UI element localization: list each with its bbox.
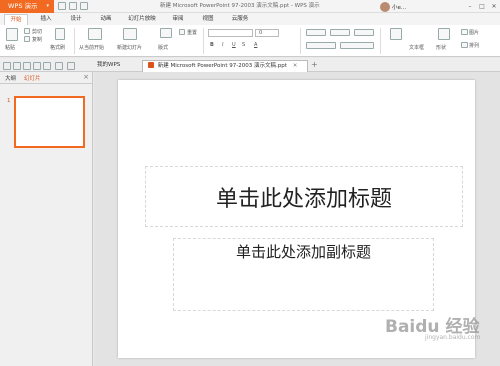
tab-design[interactable]: 设计 — [66, 14, 86, 25]
slide-number: 1 — [7, 98, 11, 104]
save-icon[interactable] — [58, 2, 66, 10]
font-size-select[interactable]: 0 — [255, 29, 279, 37]
paste-button[interactable]: 粘贴 — [5, 44, 15, 51]
indent-icon[interactable] — [330, 29, 350, 36]
font-color-button[interactable]: A — [254, 42, 257, 48]
underline-button[interactable]: U — [232, 42, 236, 48]
menu-bar: 开始 插入 设计 动画 幻灯片放映 审阅 视图 云服务 — [0, 13, 500, 25]
undo-icon[interactable] — [55, 62, 63, 70]
open-folder-icon[interactable] — [3, 62, 11, 70]
tab-cloud[interactable]: 云服务 — [227, 14, 253, 25]
title-placeholder[interactable]: 单击此处添加标题 — [145, 166, 463, 227]
ribbon-divider — [203, 28, 204, 54]
subtitle-placeholder[interactable]: 单击此处添加副标题 — [173, 238, 434, 311]
tab-animation[interactable]: 动画 — [96, 14, 116, 25]
close-icon[interactable]: × — [83, 73, 89, 81]
from-current-button[interactable]: 从当前开始 — [79, 44, 104, 51]
ribbon-divider — [380, 28, 381, 54]
strikethrough-button[interactable]: S — [242, 42, 245, 48]
shape-button[interactable]: 形状 — [436, 44, 446, 51]
undo-icon[interactable] — [80, 2, 88, 10]
save-as-icon[interactable] — [23, 62, 31, 70]
tab-outline[interactable]: 大纲 — [5, 74, 16, 82]
print-icon[interactable] — [33, 62, 41, 70]
window-controls: – □ ✕ — [464, 0, 500, 13]
baidu-watermark: Baidu 经验 jingyan.baidu.com — [385, 312, 497, 352]
wps-menu-label: WPS 演示 — [8, 2, 38, 10]
avatar[interactable] — [380, 1, 390, 12]
tab-home[interactable]: 开始 — [4, 14, 28, 25]
picture-icon[interactable] — [461, 29, 468, 35]
document-tab-bar: 我的WPS 新建 Microsoft PowerPoint 97-2003 演示… — [0, 58, 500, 72]
format-painter-icon[interactable] — [55, 28, 65, 40]
tab-insert[interactable]: 插入 — [36, 14, 56, 25]
format-painter-button[interactable]: 格式刷 — [50, 44, 65, 51]
italic-button[interactable]: I — [222, 42, 223, 48]
shape-icon[interactable] — [438, 28, 450, 40]
ribbon: 粘贴 剪切 复制 格式刷 从当前开始 新建幻灯片 版式 重置 0 B I U S… — [0, 25, 500, 57]
copy-button[interactable]: 复制 — [32, 36, 42, 43]
tab-document[interactable]: 新建 Microsoft PowerPoint 97-2003 演示文稿.ppt… — [142, 60, 308, 72]
tab-review[interactable]: 审阅 — [168, 14, 188, 25]
chevron-down-icon: ▾ — [46, 3, 49, 9]
save-icon[interactable] — [13, 62, 21, 70]
subtitle-placeholder-text: 单击此处添加副标题 — [235, 243, 371, 261]
copy-icon[interactable] — [24, 36, 30, 42]
tab-slideshow[interactable]: 幻灯片放映 — [123, 14, 161, 25]
layout-icon[interactable] — [160, 28, 172, 38]
bold-button[interactable]: B — [210, 42, 214, 48]
title-placeholder-text: 单击此处添加标题 — [215, 186, 392, 212]
tab-slides[interactable]: 幻灯片 — [24, 74, 41, 82]
maximize-icon[interactable]: □ — [476, 0, 488, 13]
font-size-value: 0 — [259, 30, 263, 36]
tab-my-wps[interactable]: 我的WPS — [92, 60, 136, 72]
picture-button[interactable]: 图片 — [469, 29, 479, 36]
panel-tabs: 大纲 幻灯片 × — [0, 72, 93, 84]
font-name-select[interactable] — [208, 29, 253, 37]
user-area[interactable]: 小e... — [380, 1, 406, 12]
slide-thumbnail[interactable] — [14, 96, 85, 148]
wps-menu-button[interactable]: WPS 演示 ▾ — [0, 0, 54, 13]
title-bar: WPS 演示 ▾ 新建 Microsoft PowerPoint 97-2003… — [0, 0, 500, 13]
reset-button[interactable]: 重置 — [187, 29, 197, 36]
play-icon[interactable] — [88, 28, 102, 40]
new-slide-icon[interactable] — [123, 28, 137, 40]
paste-icon[interactable] — [6, 28, 18, 41]
user-name[interactable]: 小e... — [392, 3, 406, 11]
ribbon-divider — [74, 28, 75, 54]
quick-access-toolbar-top — [58, 1, 88, 12]
text-direction-icon[interactable] — [340, 42, 374, 49]
tab-view[interactable]: 视图 — [198, 14, 218, 25]
preview-icon[interactable] — [43, 62, 51, 70]
cut-button[interactable]: 剪切 — [32, 28, 42, 35]
ribbon-divider — [300, 28, 301, 54]
text-box-button[interactable]: 文本框 — [409, 44, 424, 51]
list-icon[interactable] — [306, 29, 326, 36]
arrange-icon[interactable] — [461, 42, 468, 48]
close-icon[interactable]: ✕ — [488, 0, 500, 13]
tab-my-wps-label: 我的WPS — [97, 62, 121, 68]
add-tab-icon[interactable]: + — [311, 60, 318, 69]
reset-icon[interactable] — [179, 29, 185, 35]
tab-document-label: 新建 Microsoft PowerPoint 97-2003 演示文稿.ppt — [157, 63, 287, 69]
window-title: 新建 Microsoft PowerPoint 97-2003 演示文稿.ppt… — [160, 3, 320, 9]
minimize-icon[interactable]: – — [464, 0, 476, 13]
watermark-sub: jingyan.baidu.com — [425, 334, 481, 341]
redo-icon[interactable] — [67, 62, 75, 70]
layout-button[interactable]: 版式 — [158, 44, 168, 51]
align-icon[interactable] — [306, 42, 336, 49]
new-slide-button[interactable]: 新建幻灯片 — [117, 44, 142, 51]
slide-panel: 大纲 幻灯片 × 1 — [0, 72, 93, 366]
arrange-button[interactable]: 排列 — [469, 42, 479, 49]
scissors-icon[interactable] — [24, 28, 30, 34]
text-box-icon[interactable] — [390, 28, 402, 40]
print-icon[interactable] — [69, 2, 77, 10]
line-spacing-icon[interactable] — [354, 29, 374, 36]
close-tab-icon[interactable]: ✕ — [293, 63, 298, 69]
